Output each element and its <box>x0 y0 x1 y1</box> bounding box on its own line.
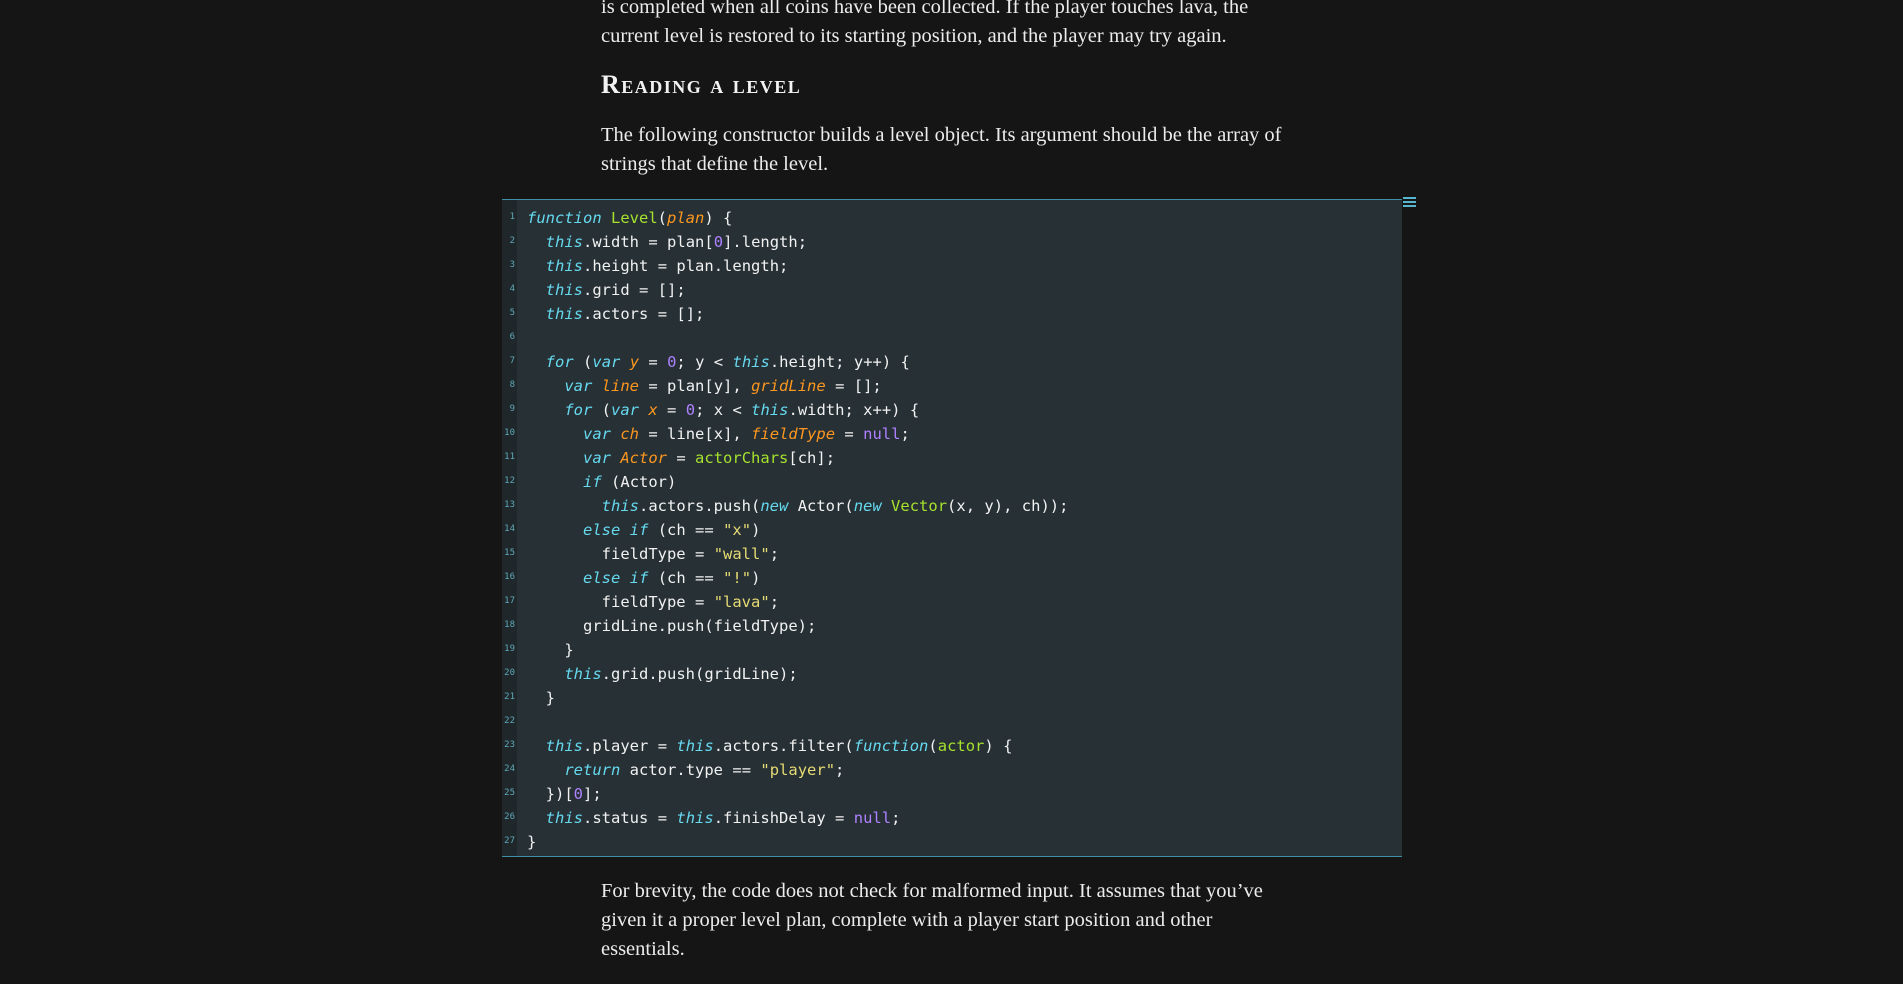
code-block[interactable]: 1 function Level(plan) { 2 this.width = pl… <box>502 199 1402 857</box>
line-code: var line = plan[y], gridLine = []; <box>564 377 882 395</box>
line-number: 3 <box>509 260 515 270</box>
line-number: 4 <box>509 284 515 294</box>
code-line: 11 var Actor = actorChars[ch]; <box>502 446 1402 470</box>
code-line: 7 for (var y = 0; y < this.height; y++) … <box>502 350 1402 374</box>
line-number: 18 <box>504 620 515 630</box>
constructor-paragraph: The following constructor builds a level… <box>601 124 1282 175</box>
line-number: 9 <box>509 404 515 414</box>
code-line: 18 gridLine.push(fieldType); <box>502 614 1402 638</box>
line-code: this.actors.push(new Actor(new Vector(x,… <box>601 497 1069 515</box>
line-number: 11 <box>504 452 515 462</box>
line-number: 25 <box>504 788 515 798</box>
line-number: 23 <box>504 740 515 750</box>
hamburger-menu-icon[interactable] <box>1403 197 1416 210</box>
line-code: this.player = this.actors.filter(functio… <box>545 737 1013 755</box>
code-line: 5 this.actors = []; <box>502 302 1402 326</box>
line-number: 5 <box>509 308 515 318</box>
line-number: 10 <box>504 428 515 438</box>
line-number: 19 <box>504 644 515 654</box>
line-code: this.status = this.finishDelay = null; <box>545 809 901 827</box>
line-code: } <box>564 641 574 659</box>
line-number: 7 <box>509 356 515 366</box>
code-line: 8 var line = plan[y], gridLine = []; <box>502 374 1402 398</box>
line-number: 26 <box>504 812 515 822</box>
line-code: this.height = plan.length; <box>545 257 789 275</box>
intro-paragraph: is completed when all coins have been co… <box>601 0 1249 47</box>
line-code: function Level(plan) { <box>527 209 733 227</box>
line-code: } <box>545 689 556 707</box>
line-code: return actor.type == "player"; <box>564 761 845 779</box>
line-number: 15 <box>504 548 515 558</box>
line-code: var Actor = actorChars[ch]; <box>583 449 836 467</box>
code-line: 15 fieldType = "wall"; <box>502 542 1402 566</box>
line-number: 2 <box>509 236 515 246</box>
line-number: 27 <box>504 836 515 846</box>
code-line: 9 for (var x = 0; x < this.width; x++) { <box>502 398 1402 422</box>
line-code: this.grid = []; <box>545 281 686 299</box>
line-number: 12 <box>504 476 515 486</box>
code-line: 26 this.status = this.finishDelay = null… <box>502 806 1402 830</box>
code-line: 19 } <box>502 638 1402 662</box>
code-line: 24 return actor.type == "player"; <box>502 758 1402 782</box>
code-line: 6 <box>502 326 1402 350</box>
code-line: 22 <box>502 710 1402 734</box>
line-code: fieldType = "lava"; <box>601 593 780 611</box>
code-line: 1 function Level(plan) { <box>502 206 1402 230</box>
line-number: 20 <box>504 668 515 678</box>
code-line: 12 if (Actor) <box>502 470 1402 494</box>
line-number: 16 <box>504 572 515 582</box>
code-lines: 1 function Level(plan) { 2 this.width = pl… <box>502 206 1402 854</box>
line-code: gridLine.push(fieldType); <box>583 617 817 635</box>
line-code: else if (ch == "!") <box>583 569 761 587</box>
line-code: for (var y = 0; y < this.height; y++) { <box>545 353 910 371</box>
line-number: 14 <box>504 524 515 534</box>
code-line: 23 this.player = this.actors.filter(func… <box>502 734 1402 758</box>
line-code: this.grid.push(gridLine); <box>564 665 798 683</box>
code-line: 27} <box>502 830 1402 854</box>
code-line: 3 this.height = plan.length; <box>502 254 1402 278</box>
section-heading: Reading a level <box>601 70 802 99</box>
line-number: 24 <box>504 764 515 774</box>
code-line: 10 var ch = line[x], fieldType = null; <box>502 422 1402 446</box>
brevity-paragraph: For brevity, the code does not check for… <box>601 880 1263 960</box>
line-code: })[0]; <box>545 785 602 803</box>
code-line: 20 this.grid.push(gridLine); <box>502 662 1402 686</box>
line-number: 8 <box>509 380 515 390</box>
line-number: 22 <box>504 716 515 726</box>
line-number: 13 <box>504 500 515 510</box>
code-line: 13 this.actors.push(new Actor(new Vector… <box>502 494 1402 518</box>
code-line: 4 this.grid = []; <box>502 278 1402 302</box>
line-number: 1 <box>509 212 515 222</box>
code-line: 25 })[0]; <box>502 782 1402 806</box>
code-line: 21 } <box>502 686 1402 710</box>
line-code: var ch = line[x], fieldType = null; <box>583 425 910 443</box>
line-code: else if (ch == "x") <box>583 521 761 539</box>
line-number: 17 <box>504 596 515 606</box>
line-code: this.actors = []; <box>545 305 705 323</box>
code-line: 2 this.width = plan[0].length; <box>502 230 1402 254</box>
code-line: 16 else if (ch == "!") <box>502 566 1402 590</box>
line-number: 6 <box>509 332 515 342</box>
line-code: } <box>527 833 537 851</box>
line-code: for (var x = 0; x < this.width; x++) { <box>564 401 920 419</box>
line-code: this.width = plan[0].length; <box>545 233 808 251</box>
code-line: 17 fieldType = "lava"; <box>502 590 1402 614</box>
code-line: 14 else if (ch == "x") <box>502 518 1402 542</box>
line-code: if (Actor) <box>583 473 677 491</box>
line-code: fieldType = "wall"; <box>601 545 780 563</box>
line-number: 21 <box>504 692 515 702</box>
